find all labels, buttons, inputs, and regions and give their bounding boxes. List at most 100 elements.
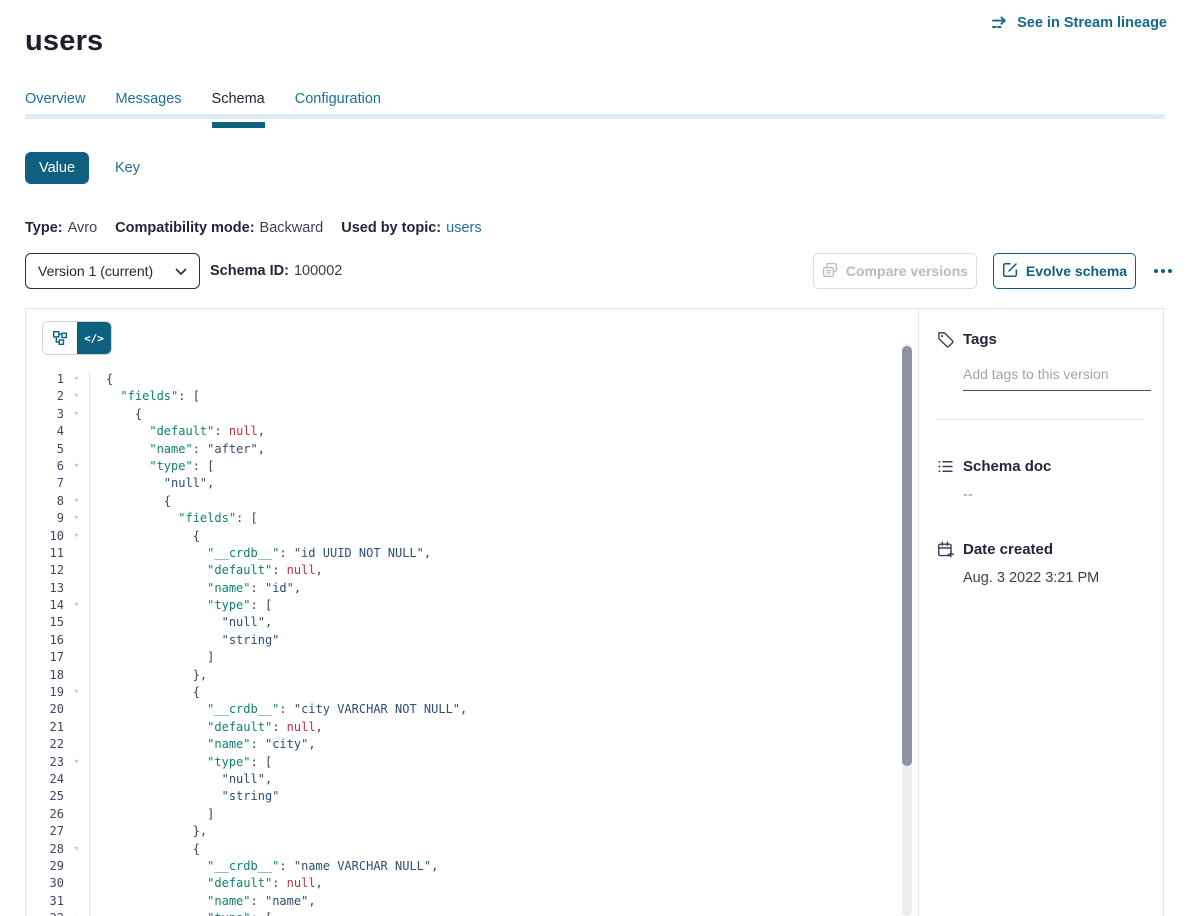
version-toolbar: Version 1 (current) Schema ID:100002 Com… [0, 253, 1189, 289]
code-line: 19▾ { [26, 684, 902, 701]
code-line: 4 "default": null, [26, 423, 902, 440]
value-key-toggle: Value Key [25, 152, 140, 184]
line-number: 1 [26, 371, 64, 388]
fold-toggle-icon[interactable]: ▾ [64, 458, 89, 475]
fold-toggle-icon[interactable]: ▾ [64, 528, 89, 545]
code-line: 31 "name": "name", [26, 893, 902, 910]
fold-toggle-icon[interactable]: ▾ [64, 910, 89, 916]
fold-toggle-icon [64, 614, 89, 631]
fold-toggle-icon [64, 736, 89, 753]
code-line: 17 ] [26, 649, 902, 666]
code-text: "string" [89, 788, 902, 805]
tree-view-button[interactable] [43, 322, 77, 354]
line-number: 13 [26, 580, 64, 597]
line-number: 18 [26, 667, 64, 684]
code-line: 1▾{ [26, 371, 902, 388]
schema-id: Schema ID:100002 [210, 253, 342, 289]
tab-configuration[interactable]: Configuration [295, 91, 381, 128]
line-number: 6 [26, 458, 64, 475]
code-line: 23▾ "type": [ [26, 754, 902, 771]
code-text: "__crdb__": "city VARCHAR NOT NULL", [89, 701, 902, 718]
fold-toggle-icon[interactable]: ▾ [64, 493, 89, 510]
fold-toggle-icon [64, 893, 89, 910]
schema-page: users See in Stream lineage Overview Mes… [0, 0, 1189, 916]
code-text: "name": "after", [89, 441, 902, 458]
more-options-button[interactable] [1146, 262, 1180, 280]
code-text: "__crdb__": "id UUID NOT NULL", [89, 545, 902, 562]
line-number: 19 [26, 684, 64, 701]
tab-overview[interactable]: Overview [25, 91, 85, 128]
evolve-schema-button[interactable]: Evolve schema [993, 253, 1136, 289]
tab-schema[interactable]: Schema [212, 91, 265, 128]
code-text: "name": "id", [89, 580, 902, 597]
fold-toggle-icon[interactable]: ▾ [64, 754, 89, 771]
code-text: "default": null, [89, 875, 902, 892]
code-text: { [89, 841, 902, 858]
line-number: 23 [26, 754, 64, 771]
schema-doc-heading: Schema doc [963, 458, 1051, 475]
line-number: 14 [26, 597, 64, 614]
fold-toggle-icon[interactable]: ▾ [64, 406, 89, 423]
fold-toggle-icon[interactable]: ▾ [64, 841, 89, 858]
key-toggle-link[interactable]: Key [115, 160, 140, 176]
code-text: { [89, 493, 902, 510]
code-text: ] [89, 649, 902, 666]
add-tags-input[interactable] [963, 364, 1151, 391]
line-number: 29 [26, 858, 64, 875]
fold-toggle-icon [64, 632, 89, 649]
fold-toggle-icon[interactable]: ▾ [64, 510, 89, 527]
fold-toggle-icon[interactable]: ▾ [64, 388, 89, 405]
editor-scrollbar-thumb[interactable] [902, 346, 912, 766]
code-line: 20 "__crdb__": "city VARCHAR NOT NULL", [26, 701, 902, 718]
calendar-plus-icon [937, 541, 954, 558]
code-line: 28▾ { [26, 841, 902, 858]
compare-versions-button[interactable]: Compare versions [813, 253, 977, 289]
code-line: 27 }, [26, 823, 902, 840]
fold-toggle-icon[interactable]: ▾ [64, 684, 89, 701]
fold-toggle-icon [64, 580, 89, 597]
code-lines[interactable]: 1▾{2▾ "fields": [3▾ {4 "default": null,5… [26, 371, 902, 916]
tab-messages[interactable]: Messages [115, 91, 181, 128]
schema-panel: </> 1▾{2▾ "fields": [3▾ {4 "default": nu… [25, 308, 1164, 916]
code-view-button[interactable]: </> [77, 322, 111, 354]
schema-meta-row: Type:Avro Compatibility mode:Backward Us… [25, 220, 482, 236]
code-line: 15 "null", [26, 614, 902, 631]
editor-scrollbar[interactable] [902, 344, 912, 916]
version-select[interactable]: Version 1 (current) [25, 253, 200, 289]
fold-toggle-icon[interactable]: ▾ [64, 371, 89, 388]
tags-heading: Tags [963, 331, 997, 348]
code-text: { [89, 684, 902, 701]
line-number: 31 [26, 893, 64, 910]
line-number: 21 [26, 719, 64, 736]
schema-type: Type:Avro [25, 220, 97, 236]
line-number: 27 [26, 823, 64, 840]
code-text: "type": [ [89, 754, 902, 771]
code-text: "__crdb__": "name VARCHAR NULL", [89, 858, 902, 875]
code-text: { [89, 371, 902, 388]
value-toggle-button[interactable]: Value [25, 152, 89, 184]
code-text: "null", [89, 771, 902, 788]
code-line: 24 "null", [26, 771, 902, 788]
topic-link[interactable]: users [446, 220, 481, 236]
code-text: "type": [ [89, 597, 902, 614]
fold-toggle-icon[interactable]: ▾ [64, 597, 89, 614]
fold-toggle-icon [64, 858, 89, 875]
code-line: 21 "default": null, [26, 719, 902, 736]
code-text: "default": null, [89, 562, 902, 579]
line-number: 5 [26, 441, 64, 458]
line-number: 30 [26, 875, 64, 892]
see-in-stream-lineage-link[interactable]: See in Stream lineage [992, 15, 1167, 31]
line-number: 32 [26, 910, 64, 916]
code-line: 16 "string" [26, 632, 902, 649]
schema-editor[interactable]: </> 1▾{2▾ "fields": [3▾ {4 "default": nu… [26, 309, 918, 916]
code-line: 10▾ { [26, 528, 902, 545]
code-line: 13 "name": "id", [26, 580, 902, 597]
fold-toggle-icon [64, 823, 89, 840]
line-number: 11 [26, 545, 64, 562]
tab-underline-track [25, 114, 1165, 119]
fold-toggle-icon [64, 475, 89, 492]
code-line: 2▾ "fields": [ [26, 388, 902, 405]
fold-toggle-icon [64, 701, 89, 718]
code-line: 11 "__crdb__": "id UUID NOT NULL", [26, 545, 902, 562]
line-number: 8 [26, 493, 64, 510]
